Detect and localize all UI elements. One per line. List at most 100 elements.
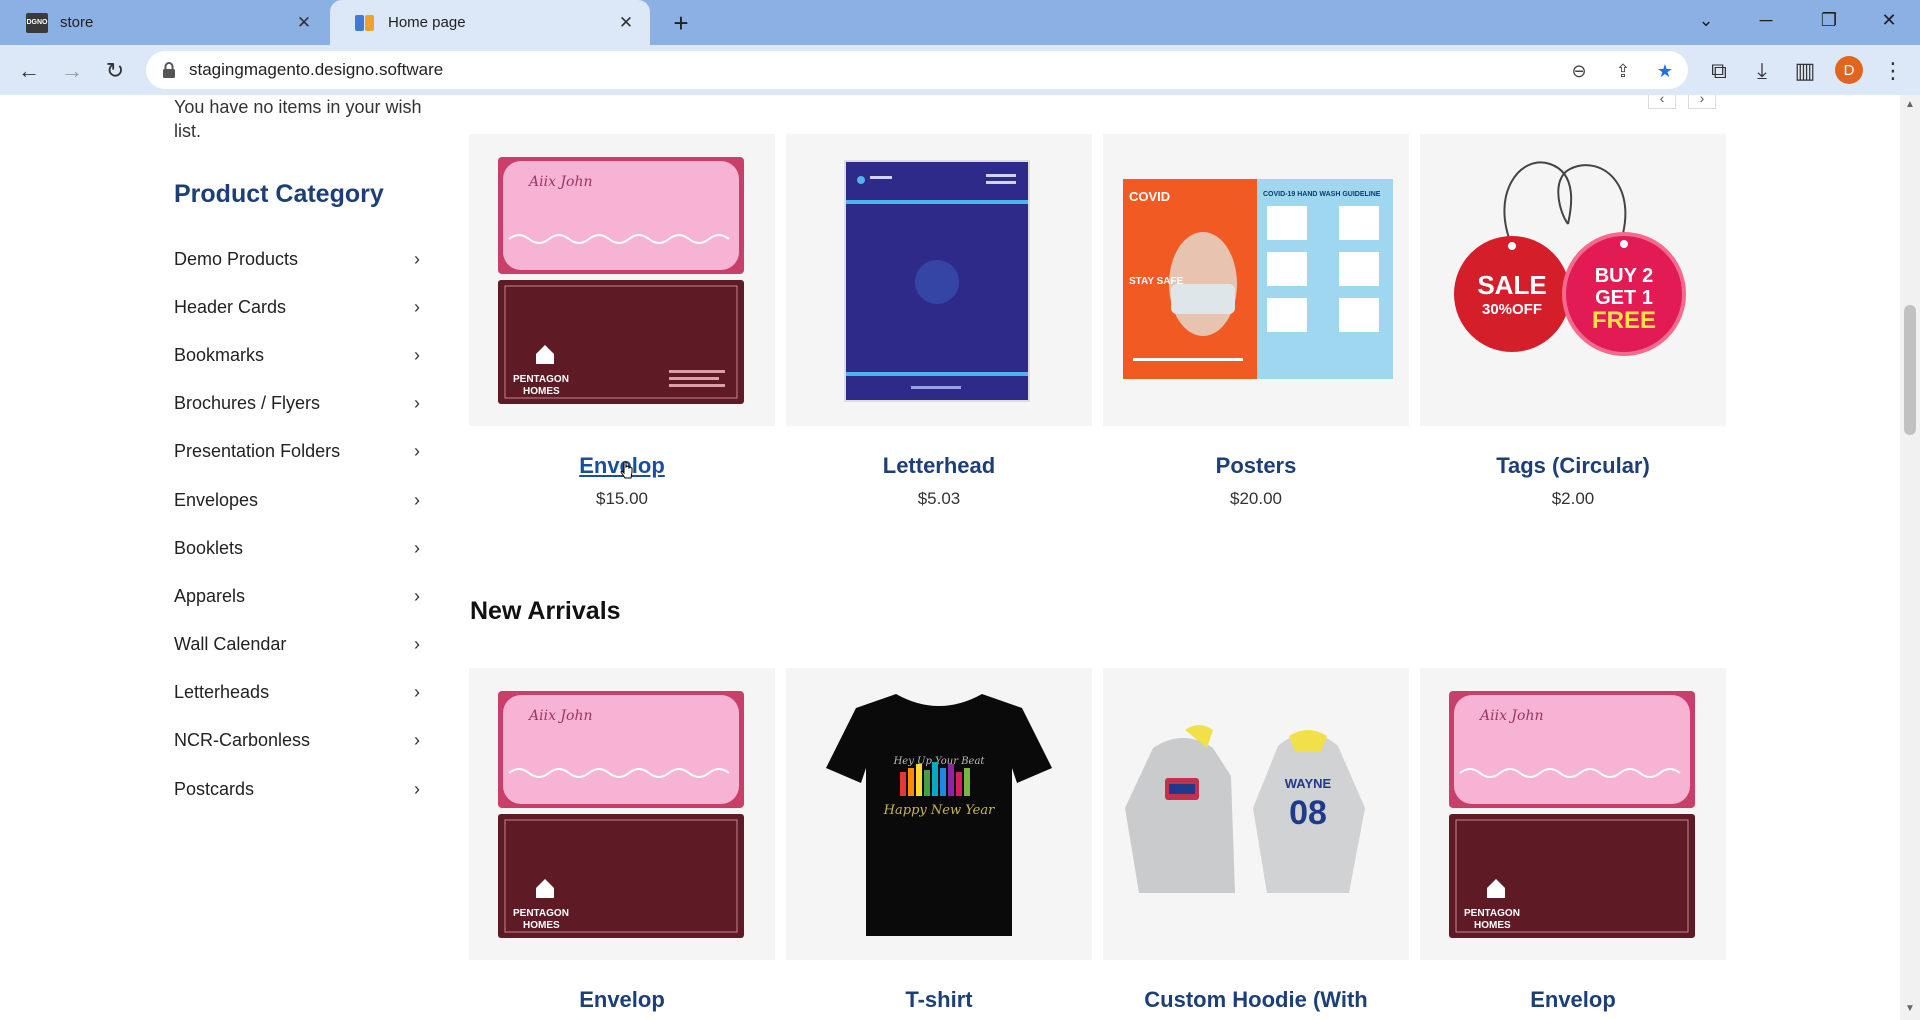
product-price: $15.00	[596, 489, 648, 508]
hoodie-number-text: 08	[1289, 794, 1327, 832]
restore-icon[interactable]: ❐	[1806, 0, 1852, 40]
product-card[interactable]: Aiix John PENTAGON HOMES Envelop	[1420, 668, 1726, 1013]
tshirt-image[interactable]: Hey Up Your Beat Happy New Year	[786, 668, 1092, 960]
chevron-right-icon[interactable]: ›	[414, 393, 424, 414]
back-icon[interactable]: ←	[12, 54, 46, 88]
zoom-icon[interactable]: ⊖	[1566, 58, 1592, 84]
menu-icon[interactable]: ⋮	[1876, 54, 1910, 88]
category-item[interactable]: Apparels ›	[174, 572, 424, 620]
extensions-icon[interactable]: ⧉	[1702, 54, 1736, 88]
forward-icon[interactable]: →	[55, 54, 89, 88]
product-price: $5.03	[917, 489, 961, 508]
url-text[interactable]: stagingmagento.designo.software	[189, 60, 443, 80]
sale-tags-image[interactable]: SALE 30%OFF BUY 2 GET 1 FREE	[1420, 134, 1726, 426]
category-item[interactable]: Postcards ›	[174, 765, 424, 813]
letterhead-image[interactable]	[786, 134, 1092, 426]
product-name[interactable]: Tags (Circular)	[1420, 453, 1726, 479]
close-tab-icon[interactable]: ✕	[614, 11, 638, 35]
envelope-script-text: Aiix John	[1478, 708, 1544, 724]
close-tab-icon[interactable]: ✕	[292, 11, 316, 35]
category-label[interactable]: Wall Calendar	[174, 634, 286, 655]
category-label[interactable]: Letterheads	[174, 682, 269, 703]
chevron-right-icon[interactable]: ›	[414, 345, 424, 366]
category-label[interactable]: Envelopes	[174, 490, 258, 511]
envelope-image[interactable]: Aiix John PENTAGON HOMES	[469, 134, 775, 426]
product-name[interactable]: Custom Hoodie (With	[1103, 987, 1409, 1013]
tag-free-text: FREE	[1592, 307, 1656, 334]
envelope-image[interactable]: Aiix John PENTAGON HOMES	[469, 668, 775, 960]
category-label[interactable]: Header Cards	[174, 297, 286, 318]
category-item[interactable]: Envelopes ›	[174, 476, 424, 524]
product-card[interactable]: Aiix John PENTAGON HOMES Envelop	[469, 668, 775, 1013]
poster-heading-text: COVID	[1129, 189, 1170, 204]
address-bar[interactable]: stagingmagento.designo.software ⊖ ⇪ ★	[146, 51, 1688, 89]
category-list: Demo Products › Header Cards › Bookmarks › …	[174, 235, 424, 813]
tag-sale-off-text: 30%OFF	[1482, 301, 1542, 318]
chevron-right-icon[interactable]: ›	[414, 538, 424, 559]
page-scrollbar[interactable]: ▲ ▼	[1900, 95, 1920, 1020]
product-name[interactable]: T-shirt	[786, 987, 1092, 1013]
envelope-image[interactable]: Aiix John PENTAGON HOMES	[1420, 668, 1726, 960]
profile-avatar[interactable]: D	[1835, 56, 1863, 84]
envelope-brand-line2: HOMES	[1474, 920, 1511, 931]
chevron-right-icon[interactable]: ›	[414, 490, 424, 511]
product-card[interactable]: Aiix John PENTAGON HOMES Envelop $15.00	[469, 134, 775, 509]
chevron-right-icon[interactable]: ›	[414, 441, 424, 462]
chevron-right-icon[interactable]: ›	[414, 297, 424, 318]
scrollbar-thumb[interactable]	[1904, 305, 1916, 435]
chevron-right-icon[interactable]: ›	[414, 682, 424, 703]
hoodie-image[interactable]: WAYNE 08	[1103, 668, 1409, 960]
product-card[interactable]: COVID STAY SAFE COVID-19 HAND WASH GUIDE…	[1103, 134, 1409, 509]
poster-stay-safe-text: STAY SAFE	[1129, 276, 1184, 287]
new-tab-button[interactable]: +	[665, 8, 697, 38]
side-panel-icon[interactable]: ▥	[1788, 54, 1822, 88]
scroll-down-icon[interactable]: ▼	[1904, 1003, 1916, 1014]
category-item[interactable]: Demo Products ›	[174, 235, 424, 283]
category-item[interactable]: Header Cards ›	[174, 283, 424, 331]
category-label[interactable]: Bookmarks	[174, 345, 264, 366]
tab-home-page[interactable]: Home page ✕	[330, 0, 650, 45]
chevron-right-icon[interactable]: ›	[414, 779, 424, 800]
envelope-script-text: Aiix John	[527, 174, 593, 190]
category-item[interactable]: Bookmarks ›	[174, 331, 424, 379]
category-label[interactable]: Booklets	[174, 538, 243, 559]
category-label[interactable]: Presentation Folders	[174, 441, 340, 462]
category-label[interactable]: Demo Products	[174, 249, 298, 270]
category-label[interactable]: Brochures / Flyers	[174, 393, 320, 414]
chevron-right-icon[interactable]: ›	[414, 249, 424, 270]
product-card[interactable]: Letterhead $5.03	[786, 134, 1092, 509]
bookmark-star-icon[interactable]: ★	[1652, 58, 1678, 84]
category-item[interactable]: Presentation Folders ›	[174, 428, 424, 476]
tab-strip: DGNO store ✕ Home page ✕ + ⌄ ─ ❐ ✕	[0, 0, 1920, 45]
product-name[interactable]: Posters	[1103, 453, 1409, 479]
reload-icon[interactable]: ↻	[98, 54, 132, 88]
download-icon[interactable]: ⤓	[1745, 54, 1779, 88]
category-item[interactable]: Brochures / Flyers ›	[174, 380, 424, 428]
category-label[interactable]: NCR-Carbonless	[174, 730, 310, 751]
chevron-right-icon[interactable]: ›	[414, 586, 424, 607]
sidebar-title: Product Category	[174, 180, 384, 208]
carousel-next-button[interactable]: ›	[1688, 95, 1716, 109]
product-name[interactable]: Envelop	[1420, 987, 1726, 1013]
minimize-icon[interactable]: ─	[1743, 0, 1789, 40]
product-card[interactable]: WAYNE 08 Custom Hoodie (With	[1103, 668, 1409, 1013]
category-item[interactable]: Booklets ›	[174, 524, 424, 572]
product-name[interactable]: Letterhead	[786, 453, 1092, 479]
tab-store[interactable]: DGNO store ✕	[2, 0, 328, 45]
tab-search-icon[interactable]: ⌄	[1683, 0, 1729, 40]
category-label[interactable]: Postcards	[174, 779, 254, 800]
scroll-up-icon[interactable]: ▲	[1904, 99, 1916, 110]
product-card[interactable]: SALE 30%OFF BUY 2 GET 1 FREE Tags (Circu…	[1420, 134, 1726, 509]
category-item[interactable]: Wall Calendar ›	[174, 621, 424, 669]
carousel-prev-button[interactable]: ‹	[1648, 95, 1676, 109]
chevron-right-icon[interactable]: ›	[414, 634, 424, 655]
category-item[interactable]: Letterheads ›	[174, 669, 424, 717]
product-card[interactable]: Hey Up Your Beat Happy New Year T-shirt	[786, 668, 1092, 1013]
poster-image[interactable]: COVID STAY SAFE COVID-19 HAND WASH GUIDE…	[1103, 134, 1409, 426]
product-name[interactable]: Envelop	[469, 987, 775, 1013]
share-icon[interactable]: ⇪	[1610, 58, 1636, 84]
category-item[interactable]: NCR-Carbonless ›	[174, 717, 424, 765]
chevron-right-icon[interactable]: ›	[414, 730, 424, 751]
close-window-icon[interactable]: ✕	[1866, 0, 1912, 40]
category-label[interactable]: Apparels	[174, 586, 245, 607]
